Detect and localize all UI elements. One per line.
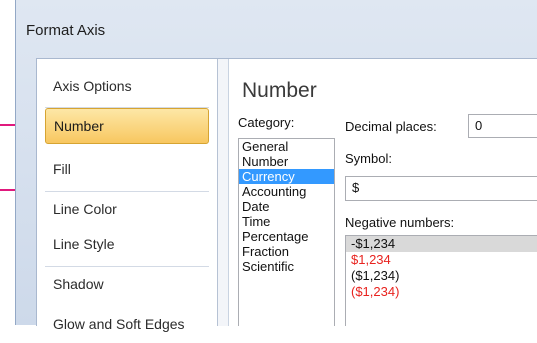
category-label: Category: — [238, 115, 295, 130]
symbol-label: Symbol: — [345, 151, 392, 166]
decimal-places-input[interactable]: 0 — [468, 114, 537, 138]
negative-option[interactable]: $1,234 — [346, 252, 537, 268]
category-item-percentage[interactable]: Percentage — [239, 229, 334, 244]
sidebar-item-line-style[interactable]: Line Style — [45, 227, 209, 263]
category-item-time[interactable]: Time — [239, 214, 334, 229]
negative-option[interactable]: -$1,234 — [346, 236, 537, 252]
category-item-accounting[interactable]: Accounting — [239, 184, 334, 199]
category-list[interactable]: General Number Currency Accounting Date … — [238, 138, 335, 326]
negative-option[interactable]: ($1,234) — [346, 284, 537, 300]
panel-heading: Number — [242, 79, 317, 102]
sidebar-item-line-color[interactable]: Line Color — [45, 192, 209, 228]
sidebar-item-shadow[interactable]: Shadow — [45, 267, 209, 303]
options-sidebar: Axis Options Number Fill Line Color Line… — [37, 59, 218, 332]
decimal-places-label: Decimal places: — [345, 119, 437, 134]
dialog-body: Axis Options Number Fill Line Color Line… — [36, 58, 537, 332]
symbol-dropdown[interactable]: $ — [345, 176, 537, 201]
category-item-number[interactable]: Number — [239, 154, 334, 169]
format-axis-dialog: Format Axis Axis Options Number Fill Lin… — [15, 0, 537, 332]
category-item-date[interactable]: Date — [239, 199, 334, 214]
number-panel: Number Category: General Number Currency… — [228, 59, 537, 326]
sidebar-item-fill[interactable]: Fill — [45, 152, 209, 188]
category-item-general[interactable]: General — [239, 139, 334, 154]
sidebar-item-axis-options[interactable]: Axis Options — [45, 69, 209, 105]
category-item-currency[interactable]: Currency — [239, 169, 334, 184]
sidebar-item-number[interactable]: Number — [45, 108, 209, 144]
negative-numbers-list[interactable]: -$1,234 $1,234 ($1,234) ($1,234) — [345, 235, 537, 326]
window-title: Format Axis — [26, 22, 106, 39]
negative-numbers-label: Negative numbers: — [345, 215, 455, 230]
negative-option[interactable]: ($1,234) — [346, 268, 537, 284]
category-item-fraction[interactable]: Fraction — [239, 244, 334, 259]
category-item-scientific[interactable]: Scientific — [239, 259, 334, 274]
sidebar-item-glow-soft-edges[interactable]: Glow and Soft Edges — [45, 307, 209, 343]
